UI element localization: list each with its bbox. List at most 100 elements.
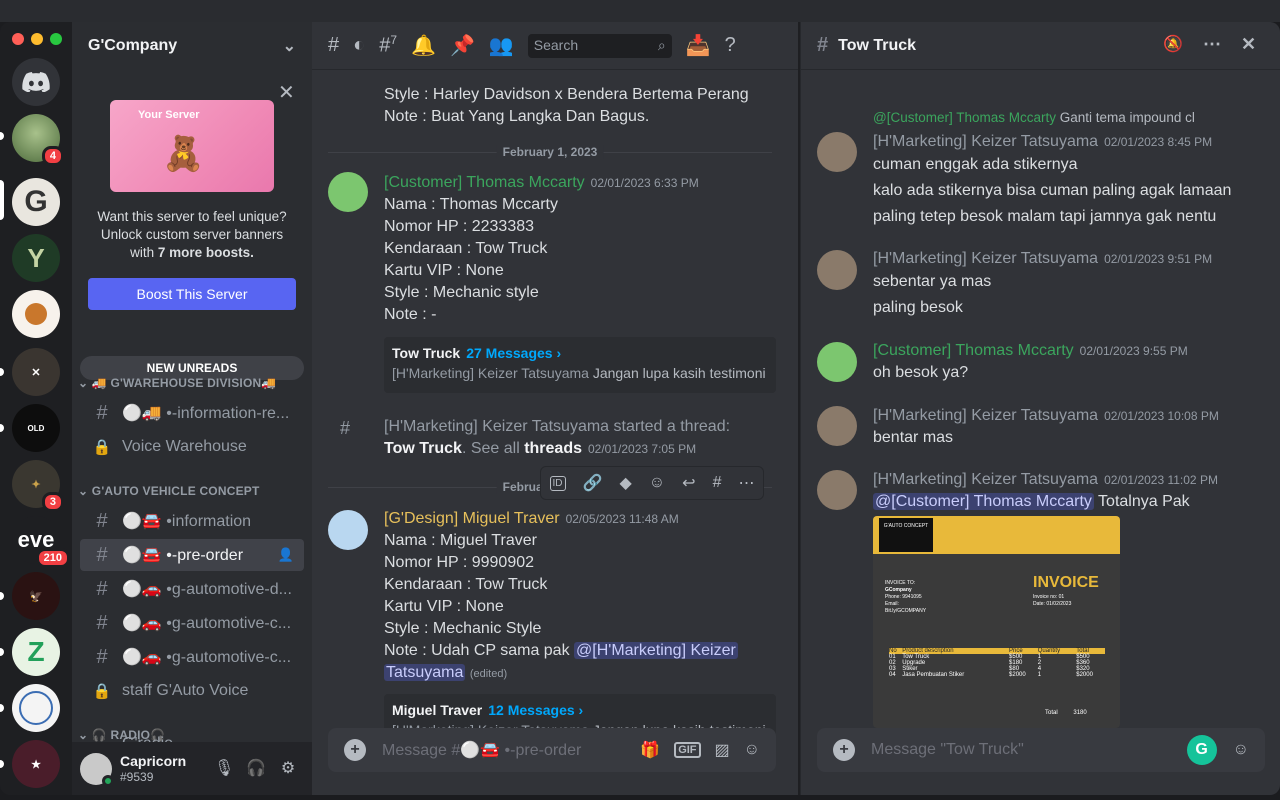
gear-icon[interactable]: ⚙ (278, 758, 298, 778)
avatar[interactable] (80, 752, 114, 787)
server-icon-circle[interactable] (12, 290, 60, 338)
more-icon[interactable]: ⋯ (738, 473, 754, 493)
user-tag: #9539 (120, 769, 154, 784)
category-warehouse[interactable]: ⌄ 🚚 G'WAREHOUSE DIVISION🚚 (78, 376, 277, 390)
cell: 1 (1037, 672, 1042, 678)
headphones-icon[interactable]: 🎧 (246, 758, 266, 778)
message-line: Nomor HP : 9990902 (384, 554, 535, 571)
channel-pre-order[interactable]: # ⚪🚘 •-pre-order 👤 (80, 539, 304, 571)
server-icon-gcompany[interactable]: G (12, 178, 60, 226)
guild-header[interactable]: G'Company ⌄ (72, 22, 312, 70)
threads-icon[interactable]: #7 (379, 33, 397, 58)
boost-text-line: Unlock custom server banners (100, 227, 284, 242)
copy-id-icon[interactable]: ID (549, 475, 566, 491)
avatar[interactable] (817, 250, 857, 290)
invoice-to-name: GCompany (885, 587, 912, 593)
user-info[interactable]: Capricorn #9539 (120, 753, 186, 785)
tag-icon[interactable]: ◆ (619, 473, 631, 493)
message-line: Style : Harley Davidson x Bendera Bertem… (384, 86, 749, 103)
emoji-icon[interactable]: ☺ (744, 741, 760, 759)
channel-g-automotive-c2[interactable]: # ⚪🚗 •g-automotive-c... (80, 641, 304, 673)
avatar[interactable] (817, 406, 857, 446)
user-mention[interactable]: @[Customer] Thomas Mccarty (873, 493, 1094, 510)
server-icon-z[interactable]: Z (12, 628, 60, 676)
server-icon-x[interactable]: ✕ (12, 348, 60, 396)
message-username[interactable]: [H'Marketing] Keizer Tatsuyama (873, 471, 1098, 488)
server-icon-eve[interactable]: eve 210 (12, 516, 70, 568)
thread-message-count[interactable]: 27 Messages › (466, 345, 561, 361)
server-icon-hawk[interactable]: 🦅 (12, 572, 60, 620)
thread-header: # Tow Truck 🔕 ⋯ ✕ (801, 22, 1280, 70)
link-icon[interactable]: 🔗 (583, 473, 603, 493)
message-line: Nomor HP : 2233383 (384, 218, 535, 235)
system-username[interactable]: [H'Marketing] Keizer Tatsuyama (384, 418, 609, 435)
message-username[interactable]: [G'Design] Miguel Traver (384, 510, 560, 527)
discord-home-icon[interactable] (12, 58, 60, 106)
channel-information[interactable]: # ⚪🚘 •information (80, 505, 304, 537)
message-username[interactable]: [Customer] Thomas Mccarty (384, 174, 585, 191)
gif-icon[interactable]: GIF (674, 742, 701, 758)
category-auto-vehicle[interactable]: ⌄ G'AUTO VEHICLE CONCEPT (78, 484, 260, 498)
server-icon-wings[interactable]: ✦ 3 (12, 460, 64, 512)
thread-message-composer[interactable]: + Message "Tow Truck" G ☺ (817, 728, 1265, 772)
pin-icon[interactable]: 📌 (450, 33, 475, 58)
avatar[interactable] (817, 132, 857, 172)
channel-voice-warehouse[interactable]: 🔒 Voice Warehouse (80, 431, 304, 463)
message-username[interactable]: [H'Marketing] Keizer Tatsuyama (873, 250, 1098, 267)
inbox-icon[interactable]: 📥 (686, 33, 711, 58)
zoom-window-button[interactable] (50, 33, 62, 45)
avatar[interactable] (817, 470, 857, 510)
server-icon-redsec[interactable]: ★ (12, 740, 60, 788)
grammarly-icon[interactable]: G (1186, 735, 1217, 765)
close-window-button[interactable] (12, 33, 24, 45)
boost-promo-card: Your Server 🧸 Want this server to feel u… (80, 78, 304, 310)
message-username[interactable]: [H'Marketing] Keizer Tatsuyama (873, 407, 1098, 424)
members-icon[interactable]: 👥 (489, 33, 514, 58)
help-icon[interactable]: ? (725, 34, 736, 57)
add-reaction-icon[interactable]: ☺ (649, 474, 665, 492)
invoice-image[interactable]: G'AUTO CONCEPT INVOICE INVOICE TO: GComp… (873, 516, 1120, 728)
close-icon[interactable]: ✕ (1241, 34, 1256, 55)
mute-icon[interactable]: 🔕 (1163, 34, 1183, 54)
boost-server-button[interactable]: Boost This Server (88, 278, 296, 310)
thread-link[interactable]: Tow Truck (384, 440, 462, 457)
gift-icon[interactable]: 🎁 (640, 740, 660, 760)
user-mention[interactable]: Tatsuyama (384, 664, 466, 681)
sticker-icon[interactable]: ▨ (715, 740, 730, 760)
channel-label: Voice Warehouse (122, 438, 247, 455)
add-member-icon[interactable]: 👤 (278, 547, 294, 563)
avatar[interactable] (328, 172, 368, 212)
emoji-icon[interactable]: ☺ (1233, 741, 1249, 759)
more-icon[interactable]: ⋯ (1203, 34, 1221, 55)
add-attachment-icon[interactable]: + (344, 739, 366, 761)
theme-icon[interactable]: ◐ (353, 34, 365, 57)
avatar[interactable] (328, 510, 368, 550)
add-attachment-icon[interactable]: + (833, 739, 855, 761)
server-icon-seal[interactable] (12, 684, 60, 732)
message-line: paling tetep besok malam tapi jamnya gak… (873, 208, 1217, 225)
channel-staff-voice[interactable]: 🔒 staff G'Auto Voice (80, 675, 304, 707)
create-thread-icon[interactable]: # (713, 474, 722, 492)
thread-preview[interactable]: Tow Truck 27 Messages › [H'Marketing] Kei… (384, 337, 776, 393)
reply-icon[interactable]: ↩ (682, 473, 695, 493)
thread-message-count[interactable]: 12 Messages › (488, 702, 583, 718)
channel-g-automotive-c1[interactable]: # ⚪🚗 •g-automotive-c... (80, 607, 304, 639)
server-icon-yoda[interactable]: 4 (12, 114, 64, 166)
boost-text-line: with 7 more boosts. (80, 244, 304, 262)
channel-information-re[interactable]: # ⚪🚚 •-information-re... (80, 397, 304, 429)
avatar[interactable] (817, 342, 857, 382)
server-icon-oldshool[interactable]: OLD (12, 404, 60, 452)
message-composer[interactable]: + Message #⚪🚘 •-pre-order 🎁 GIF ▨ ☺ (328, 728, 776, 772)
microphone-icon[interactable]: 🎙 (214, 758, 234, 778)
minimize-window-button[interactable] (31, 33, 43, 45)
message-username[interactable]: [H'Marketing] Keizer Tatsuyama (873, 133, 1098, 150)
channel-g-automotive-d[interactable]: # ⚪🚗 •g-automotive-d... (80, 573, 304, 605)
user-mention[interactable]: @[H'Marketing] Keizer (574, 642, 738, 659)
server-icon-yt[interactable]: Y (12, 234, 60, 282)
reply-reference[interactable]: @[Customer] Thomas Mccarty Ganti tema im… (873, 110, 1219, 125)
message-header: [H'Marketing] Keizer Tatsuyama 02/01/2023… (873, 405, 1219, 427)
search-input[interactable]: Search ⌕ (527, 33, 672, 58)
threads-link[interactable]: threads (524, 440, 582, 457)
message-username[interactable]: [Customer] Thomas Mccarty (873, 342, 1074, 359)
bell-icon[interactable]: 🔔 (411, 33, 436, 58)
